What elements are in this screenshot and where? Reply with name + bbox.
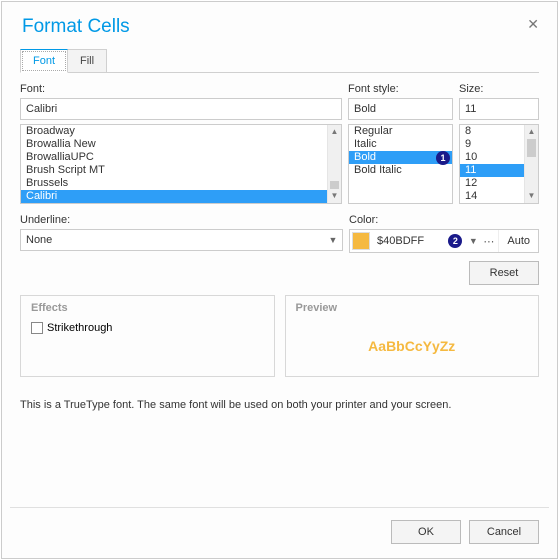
tab-fill[interactable]: Fill xyxy=(68,49,107,73)
size-listbox[interactable]: 8 9 10 11 12 14 ▲ ▼ xyxy=(459,124,539,204)
list-item[interactable]: 14 xyxy=(460,190,524,203)
color-auto-button[interactable]: Auto xyxy=(498,230,538,252)
font-input[interactable] xyxy=(20,98,342,120)
strikethrough-label: Strikethrough xyxy=(47,322,112,334)
list-item[interactable]: Bold Italic xyxy=(349,164,452,177)
list-item[interactable]: 10 xyxy=(460,151,524,164)
preview-sample: AaBbCcYyZz xyxy=(368,338,455,354)
scroll-down-icon[interactable]: ▼ xyxy=(525,189,538,203)
size-label: Size: xyxy=(459,83,539,95)
underline-value: None xyxy=(21,234,324,246)
strikethrough-checkbox[interactable]: Strikethrough xyxy=(31,322,264,334)
scroll-up-icon[interactable]: ▲ xyxy=(525,125,538,139)
annotation-2: 2 xyxy=(448,234,462,248)
preview-title: Preview xyxy=(296,302,529,314)
chevron-down-icon: ▼ xyxy=(324,235,342,245)
annotation-1: 1 xyxy=(436,151,450,165)
chevron-down-icon[interactable]: ▼ xyxy=(466,236,480,246)
close-icon[interactable]: ✕ xyxy=(527,16,539,33)
font-label: Font: xyxy=(20,83,342,95)
list-item[interactable]: 11 xyxy=(460,164,524,177)
tab-font[interactable]: Font xyxy=(20,49,68,73)
font-style-label: Font style: xyxy=(348,83,453,95)
scroll-down-icon[interactable]: ▼ xyxy=(328,189,341,203)
size-input[interactable] xyxy=(459,98,539,120)
underline-label: Underline: xyxy=(20,214,343,226)
font-style-input[interactable] xyxy=(348,98,453,120)
more-icon[interactable]: ⋯ xyxy=(480,235,498,248)
list-item[interactable]: Bold 1 xyxy=(349,151,452,164)
list-item[interactable]: Browallia New xyxy=(21,138,327,151)
scroll-thumb[interactable] xyxy=(330,181,339,189)
color-label: Color: xyxy=(349,214,539,226)
list-item[interactable]: BrowalliaUPC xyxy=(21,151,327,164)
list-item-label: Bold xyxy=(354,151,376,163)
scrollbar[interactable]: ▲ ▼ xyxy=(327,125,341,203)
checkbox-icon xyxy=(31,322,43,334)
font-footnote: This is a TrueType font. The same font w… xyxy=(20,399,539,411)
tab-strip: Font Fill xyxy=(20,48,539,73)
divider xyxy=(10,507,549,508)
preview-panel: Preview AaBbCcYyZz xyxy=(285,295,540,377)
ok-button[interactable]: OK xyxy=(391,520,461,544)
scroll-up-icon[interactable]: ▲ xyxy=(328,125,341,139)
font-style-listbox[interactable]: Regular Italic Bold 1 Bold Italic xyxy=(348,124,453,204)
effects-panel: Effects Strikethrough xyxy=(20,295,275,377)
effects-title: Effects xyxy=(31,302,264,314)
color-swatch xyxy=(352,232,370,250)
format-cells-dialog: Format Cells ✕ Font Fill Font: Broadway … xyxy=(1,1,558,559)
color-value: $40BDFF xyxy=(372,235,448,247)
list-item[interactable]: Brussels xyxy=(21,177,327,190)
color-picker[interactable]: $40BDFF 2 ▼ ⋯ Auto xyxy=(349,229,539,253)
scroll-thumb[interactable] xyxy=(527,139,536,157)
scrollbar[interactable]: ▲ ▼ xyxy=(524,125,538,203)
reset-button[interactable]: Reset xyxy=(469,261,539,285)
list-item[interactable]: Broadway xyxy=(21,125,327,138)
title-bar: Format Cells ✕ xyxy=(2,2,557,48)
font-listbox[interactable]: Broadway Browallia New BrowalliaUPC Brus… xyxy=(20,124,342,204)
list-item[interactable]: Regular xyxy=(349,125,452,138)
list-item[interactable]: 9 xyxy=(460,138,524,151)
list-item[interactable]: 8 xyxy=(460,125,524,138)
cancel-button[interactable]: Cancel xyxy=(469,520,539,544)
list-item[interactable]: 12 xyxy=(460,177,524,190)
underline-dropdown[interactable]: None ▼ xyxy=(20,229,343,251)
dialog-title: Format Cells xyxy=(22,16,130,38)
list-item[interactable]: Calibri xyxy=(21,190,327,203)
list-item[interactable]: Italic xyxy=(349,138,452,151)
list-item[interactable]: Brush Script MT xyxy=(21,164,327,177)
